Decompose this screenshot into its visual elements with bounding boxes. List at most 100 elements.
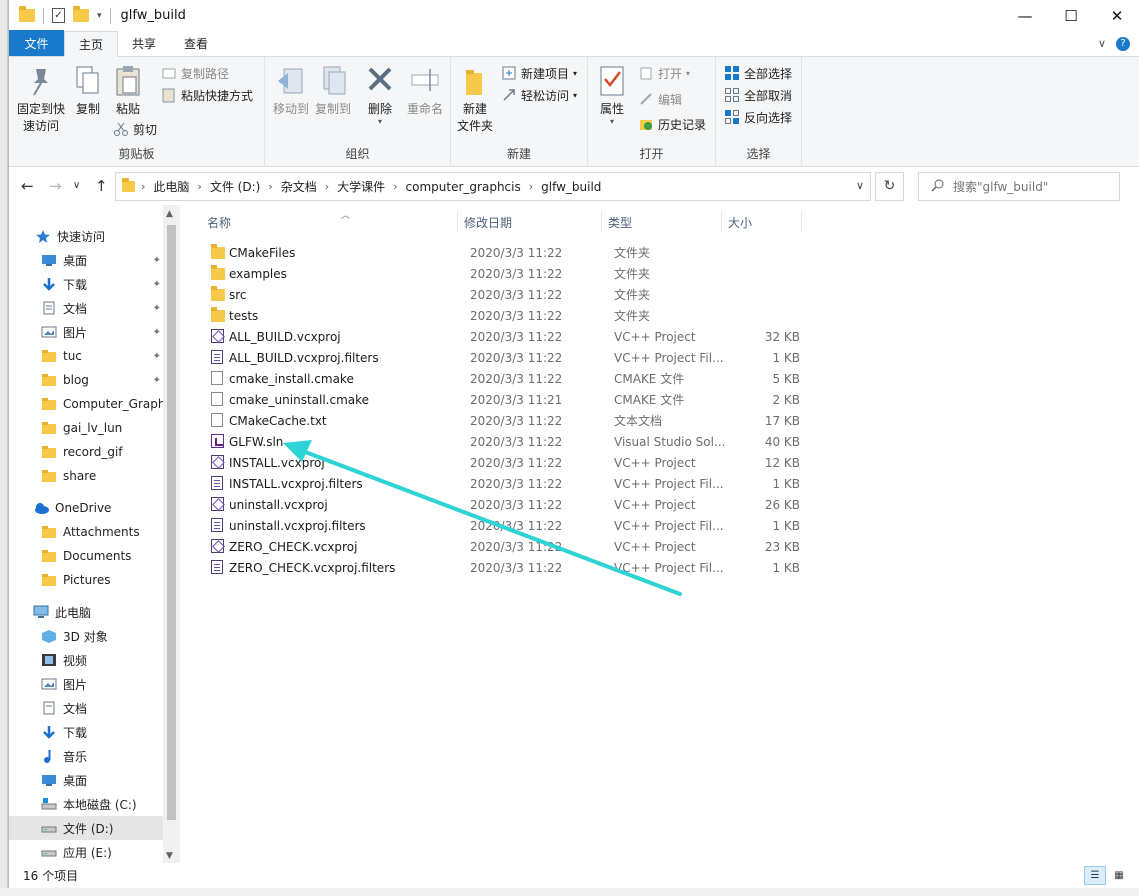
file-row[interactable]: ALL_BUILD.vcxproj.filters 2020/3/3 11:22 V…	[195, 347, 800, 368]
search-input[interactable]	[953, 179, 1113, 194]
nav-pc-item-0[interactable]: 3D 对象	[9, 624, 163, 648]
nav-pc-item-9[interactable]: 应用 (E:)	[9, 840, 163, 863]
help-icon[interactable]: ?	[1116, 37, 1130, 51]
file-row[interactable]: CMakeCache.txt 2020/3/3 11:22 文本文档 17 KB	[195, 410, 800, 431]
nav-pc-item-4[interactable]: 下载	[9, 720, 163, 744]
breadcrumb-courseware[interactable]: 大学课件	[337, 178, 385, 195]
copy-to-button[interactable]: 复制到	[313, 63, 353, 118]
scroll-up-icon[interactable]: ▲	[166, 209, 173, 219]
select-none-button[interactable]: 全部取消	[724, 85, 792, 105]
nav-onedrive-item-2[interactable]: Pictures	[9, 568, 163, 592]
properties-quick-icon[interactable]: ✓	[52, 8, 65, 23]
details-view-icon[interactable]: ☰	[1084, 866, 1106, 885]
file-row[interactable]: tests 2020/3/3 11:22 文件夹	[195, 305, 795, 326]
column-name[interactable]: 名称 ︿	[201, 211, 458, 233]
select-all-button[interactable]: 全部选择	[724, 63, 792, 83]
history-button[interactable]: 历史记录	[638, 114, 706, 134]
file-row[interactable]: INSTALL.vcxproj.filters 2020/3/3 11:22 VC+…	[195, 473, 800, 494]
navigation-scrollbar[interactable]: ▲ ▼	[163, 205, 180, 863]
nav-pc-item-7[interactable]: 本地磁盘 (C:)	[9, 792, 163, 816]
file-row[interactable]: ZERO_CHECK.vcxproj.filters 2020/3/3 11:22…	[195, 557, 800, 578]
nav-item-4[interactable]: tuc ✦	[9, 344, 163, 368]
back-button[interactable]: ←	[21, 177, 34, 195]
address-bar[interactable]: › 此电脑 › 文件 (D:) › 杂文档 › 大学课件 › computer_…	[115, 172, 871, 201]
tab-home[interactable]: 主页	[64, 31, 119, 57]
delete-dropdown-icon[interactable]: ▾	[363, 118, 397, 126]
scrollbar-thumb[interactable]	[167, 225, 176, 820]
cut-button[interactable]: 剪切	[113, 119, 157, 139]
edit-button[interactable]: 编辑	[638, 89, 682, 109]
tab-file[interactable]: 文件	[9, 30, 64, 56]
nav-onedrive-item-1[interactable]: Documents	[9, 544, 163, 568]
nav-pc-item-1[interactable]: 视频	[9, 648, 163, 672]
nav-item-6[interactable]: Computer_Graphi	[9, 392, 163, 416]
address-history-dropdown[interactable]: ∨	[856, 179, 864, 192]
breadcrumb-drive-d[interactable]: 文件 (D:)	[210, 178, 260, 195]
nav-pc-item-6[interactable]: 桌面	[9, 768, 163, 792]
column-size[interactable]: 大小	[722, 211, 802, 233]
nav-pc-item-5[interactable]: 音乐	[9, 744, 163, 768]
properties-button[interactable]: 属性 ▾	[594, 63, 630, 126]
tab-share[interactable]: 共享	[118, 30, 170, 56]
nav-item-5[interactable]: blog ✦	[9, 368, 163, 392]
nav-item-8[interactable]: record_gif	[9, 440, 163, 464]
nav-item-7[interactable]: gai_lv_lun	[9, 416, 163, 440]
large-icons-view-icon[interactable]: ▦	[1108, 866, 1130, 885]
file-row[interactable]: GLFW.sln 2020/3/3 11:22 Visual Studio Sol.…	[195, 431, 800, 452]
collapse-ribbon-icon[interactable]: ∨	[1098, 37, 1106, 51]
column-date[interactable]: 修改日期	[458, 211, 602, 233]
paste-button[interactable]: 粘贴	[111, 63, 145, 118]
refresh-button[interactable]: ↻	[875, 172, 904, 201]
rename-button[interactable]: 重命名	[405, 63, 445, 118]
nav-item-0[interactable]: 桌面 ✦	[9, 248, 163, 272]
column-type[interactable]: 类型	[602, 211, 722, 233]
open-button[interactable]: 打开 ▾	[638, 63, 690, 83]
nav-item-9[interactable]: share	[9, 464, 163, 488]
file-row[interactable]: cmake_install.cmake 2020/3/3 11:22 CMAKE 文…	[195, 368, 800, 389]
nav-item-3[interactable]: 图片 ✦	[9, 320, 163, 344]
paste-shortcut-button[interactable]: 粘贴快捷方式	[161, 85, 253, 105]
file-row[interactable]: CMakeFiles 2020/3/3 11:22 文件夹	[195, 242, 795, 263]
tab-view[interactable]: 查看	[170, 30, 222, 56]
file-row[interactable]: cmake_uninstall.cmake 2020/3/3 11:21 CMAKE…	[195, 389, 800, 410]
breadcrumb-glfw-build[interactable]: glfw_build	[541, 180, 601, 194]
copy-path-button[interactable]: 复制路径	[161, 63, 229, 83]
search-box[interactable]	[918, 172, 1120, 201]
scroll-down-icon[interactable]: ▼	[166, 851, 173, 861]
breadcrumb-computer-graphcis[interactable]: computer_graphcis	[406, 180, 521, 194]
file-row[interactable]: ALL_BUILD.vcxproj 2020/3/3 11:22 VC++ Proj…	[195, 326, 800, 347]
close-button[interactable]: ✕	[1094, 0, 1139, 31]
file-row[interactable]: uninstall.vcxproj.filters 2020/3/3 11:22 V…	[195, 515, 800, 536]
forward-button[interactable]: →	[49, 177, 62, 195]
nav-item-2[interactable]: 文档 ✦	[9, 296, 163, 320]
new-folder-button[interactable]: 新建 文件夹	[455, 63, 495, 135]
nav-onedrive[interactable]: OneDrive	[9, 496, 163, 520]
nav-pc-item-2[interactable]: 图片	[9, 672, 163, 696]
new-item-button[interactable]: 新建项目 ▾	[501, 63, 577, 83]
file-row[interactable]: INSTALL.vcxproj 2020/3/3 11:22 VC++ Projec…	[195, 452, 800, 473]
file-row[interactable]: ZERO_CHECK.vcxproj 2020/3/3 11:22 VC++ Pro…	[195, 536, 800, 557]
move-to-button[interactable]: 移动到	[271, 63, 311, 118]
recent-locations-button[interactable]: ∨	[73, 180, 80, 191]
nav-pc-item-8[interactable]: 文件 (D:)	[9, 816, 163, 840]
easy-access-button[interactable]: 轻松访问 ▾	[501, 85, 577, 105]
file-row[interactable]: src 2020/3/3 11:22 文件夹	[195, 284, 795, 305]
file-row[interactable]: examples 2020/3/3 11:22 文件夹	[195, 263, 795, 284]
nav-this-pc[interactable]: 此电脑	[9, 600, 163, 624]
minimize-button[interactable]: —	[1002, 0, 1048, 31]
file-row[interactable]: uninstall.vcxproj 2020/3/3 11:22 VC++ Proj…	[195, 494, 800, 515]
new-folder-quick-icon[interactable]	[73, 6, 89, 22]
delete-button[interactable]: 删除 ▾	[363, 63, 397, 126]
nav-quick-access[interactable]: 快速访问	[9, 224, 163, 248]
copy-button[interactable]: 复制	[71, 63, 105, 118]
up-button[interactable]: ↑	[95, 177, 108, 195]
nav-item-1[interactable]: 下载 ✦	[9, 272, 163, 296]
nav-onedrive-item-0[interactable]: Attachments	[9, 520, 163, 544]
breadcrumb-this-pc[interactable]: 此电脑	[153, 178, 189, 195]
nav-pc-item-3[interactable]: 文档	[9, 696, 163, 720]
maximize-button[interactable]: ☐	[1048, 0, 1094, 31]
pin-to-quick-access-button[interactable]: 固定到快 速访问	[15, 63, 67, 135]
breadcrumb-misc-docs[interactable]: 杂文档	[281, 178, 317, 195]
properties-dropdown-icon[interactable]: ▾	[594, 118, 630, 126]
customize-quick-access-dropdown[interactable]: ▾	[97, 11, 102, 21]
